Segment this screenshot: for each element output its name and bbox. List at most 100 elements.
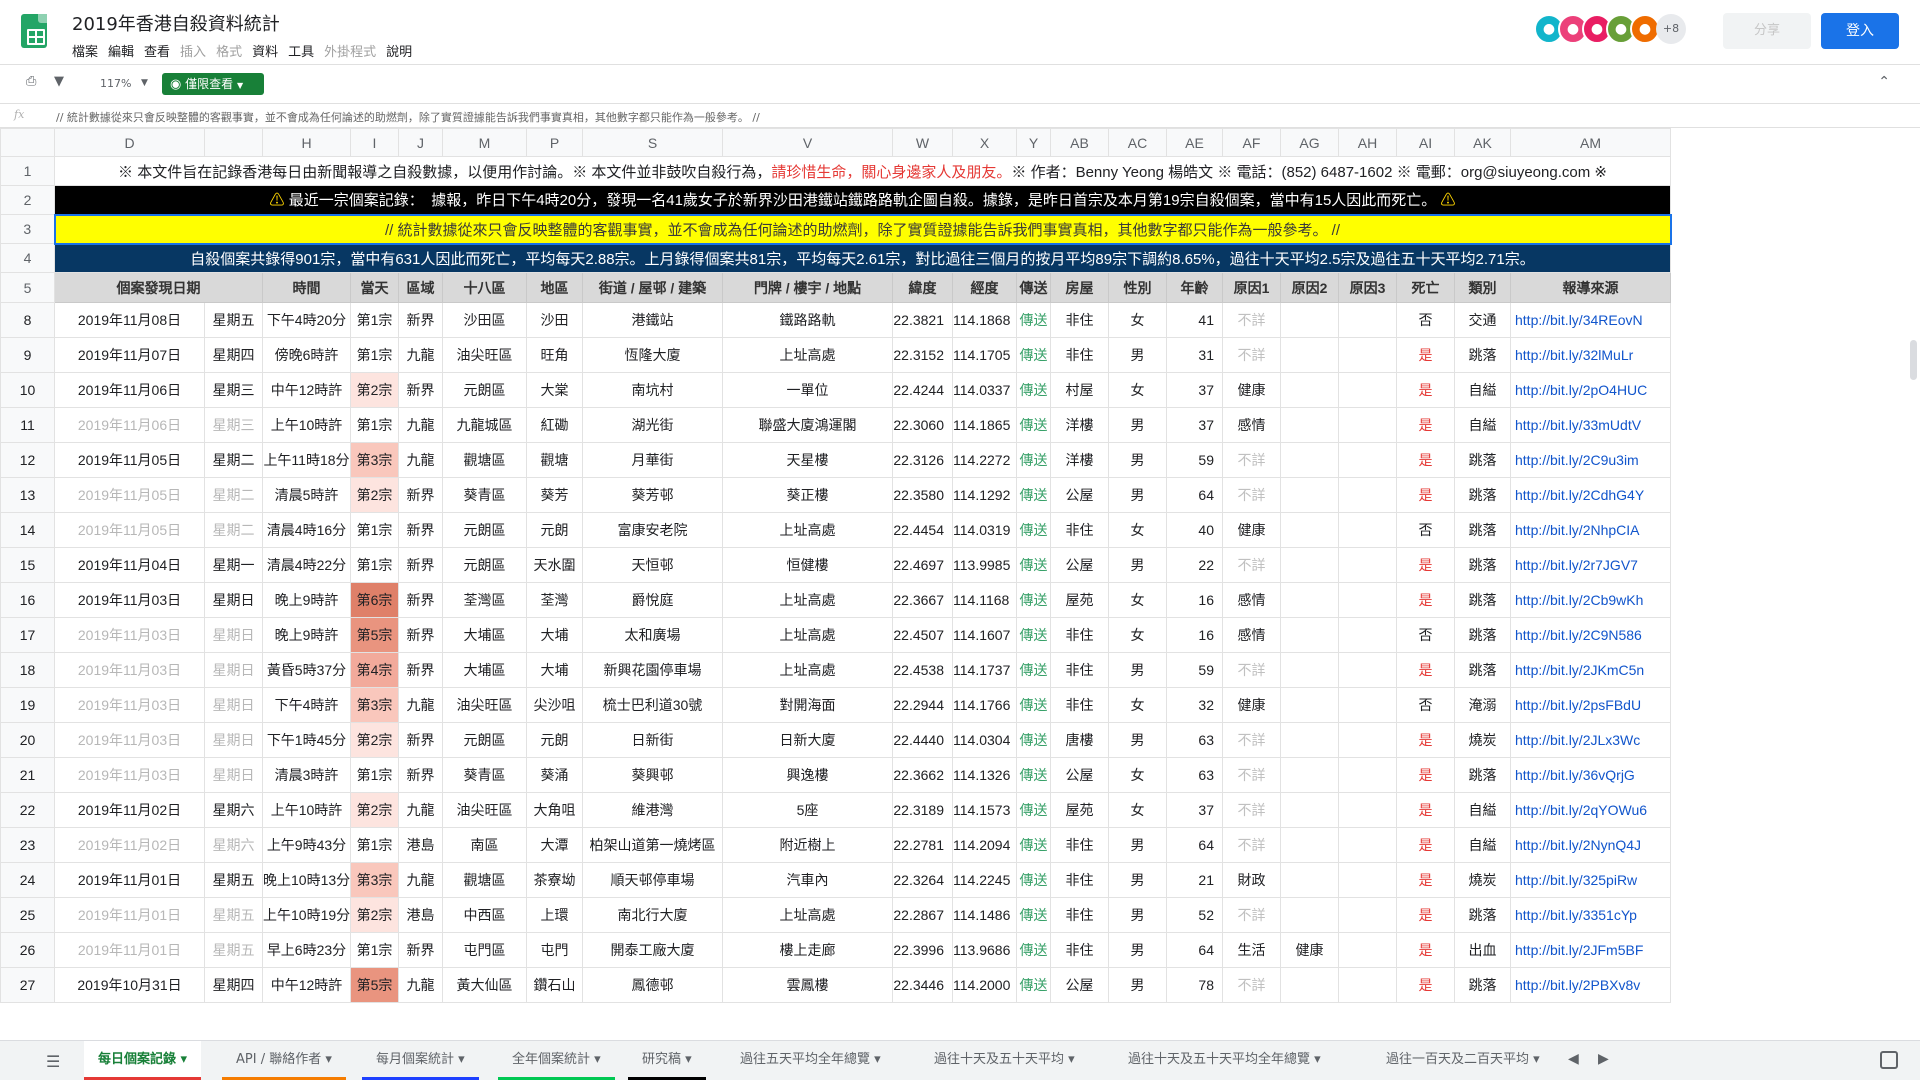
cell-day[interactable]: 第1宗 (350, 512, 399, 548)
cell-sex[interactable]: 女 (1108, 757, 1167, 793)
cell-dist[interactable]: 南區 (442, 827, 527, 863)
cell-dist[interactable]: 大埔區 (442, 617, 527, 653)
menu-item[interactable]: 檔案 (72, 41, 106, 60)
zoom-select[interactable]: 117% (100, 77, 131, 90)
cell-age[interactable]: 63 (1166, 722, 1223, 758)
cell-cat[interactable]: 自縊 (1454, 407, 1511, 443)
cell-r3[interactable] (1338, 722, 1397, 758)
cell-area[interactable]: 大埔 (526, 617, 583, 653)
cell-day[interactable]: 第1宗 (350, 407, 399, 443)
cell-r2[interactable] (1280, 862, 1339, 898)
cell-date[interactable]: 2019年11月08日 (54, 302, 205, 338)
cell-street[interactable]: 鳳德邨 (582, 967, 723, 1003)
cell-place[interactable]: 汽車內 (722, 862, 893, 898)
cell-r3[interactable] (1338, 337, 1397, 373)
cell-place[interactable]: 上址高處 (722, 512, 893, 548)
cell-street[interactable]: 月華街 (582, 442, 723, 478)
cell-date[interactable]: 2019年11月03日 (54, 687, 205, 723)
column-header[interactable]: Y (1016, 128, 1051, 157)
cell-death[interactable]: 是 (1396, 827, 1455, 863)
cell-death[interactable]: 是 (1396, 652, 1455, 688)
cell-day[interactable]: 第5宗 (350, 967, 399, 1003)
cell-day[interactable]: 第3宗 (350, 442, 399, 478)
row-number[interactable]: 23 (0, 827, 55, 863)
cell-send[interactable]: 傳送 (1016, 582, 1051, 618)
row-number[interactable]: 3 (0, 214, 55, 244)
cell-lat[interactable]: 22.3126 (892, 442, 953, 478)
cell-place[interactable]: 5座 (722, 792, 893, 828)
cell-r2[interactable] (1280, 722, 1339, 758)
cell-time[interactable]: 晚上9時許 (262, 582, 351, 618)
collapse-menus-icon[interactable]: ⌃ (1878, 74, 1890, 90)
more-collaborators[interactable]: +8 (1656, 14, 1686, 44)
menu-item[interactable]: 資料 (252, 41, 286, 60)
cell-age[interactable]: 16 (1166, 617, 1223, 653)
cell-lng[interactable]: 114.1168 (952, 582, 1017, 618)
cell-day[interactable]: 第3宗 (350, 687, 399, 723)
cell-age[interactable]: 32 (1166, 687, 1223, 723)
cell-reg[interactable]: 新界 (398, 932, 443, 968)
cell-src[interactable]: http://bit.ly/2JKmC5n (1510, 652, 1671, 688)
sheet-tab[interactable]: 每月個案統計 ▾ (362, 1041, 479, 1080)
cell-sex[interactable]: 女 (1108, 512, 1167, 548)
cell-lng[interactable]: 114.1868 (952, 302, 1017, 338)
cell-dist[interactable]: 元朗區 (442, 372, 527, 408)
cell-cat[interactable]: 跳落 (1454, 582, 1511, 618)
cell-day[interactable]: 第1宗 (350, 757, 399, 793)
cell-r3[interactable] (1338, 477, 1397, 513)
row-number[interactable]: 21 (0, 757, 55, 793)
column-header[interactable]: AF (1222, 128, 1281, 157)
cell-place[interactable]: 上址高處 (722, 897, 893, 933)
row-number[interactable]: 27 (0, 967, 55, 1003)
cell-r3[interactable] (1338, 372, 1397, 408)
column-header[interactable]: H (262, 128, 351, 157)
row-number[interactable]: 14 (0, 512, 55, 548)
cell-dist[interactable]: 荃灣區 (442, 582, 527, 618)
column-header[interactable]: AH (1338, 128, 1397, 157)
cell-wd[interactable]: 星期六 (204, 792, 263, 828)
cell-src[interactable]: http://bit.ly/2JLx3Wc (1510, 722, 1671, 758)
cell-r3[interactable] (1338, 757, 1397, 793)
cell-age[interactable]: 59 (1166, 442, 1223, 478)
cell-send[interactable]: 傳送 (1016, 722, 1051, 758)
cell-age[interactable]: 40 (1166, 512, 1223, 548)
cell-cat[interactable]: 跳落 (1454, 617, 1511, 653)
row-number[interactable]: 12 (0, 442, 55, 478)
cell-date[interactable]: 2019年11月03日 (54, 722, 205, 758)
sheet-tab[interactable]: 過往五天平均全年總覽 ▾ (726, 1041, 895, 1080)
column-header[interactable]: I (350, 128, 399, 157)
cell-cat[interactable]: 跳落 (1454, 442, 1511, 478)
cell-day[interactable]: 第1宗 (350, 827, 399, 863)
cell-house[interactable]: 非住 (1050, 827, 1109, 863)
cell-place[interactable]: 附近樹上 (722, 827, 893, 863)
header-cell[interactable]: 原因2 (1280, 272, 1339, 303)
cell-date[interactable]: 2019年11月03日 (54, 617, 205, 653)
cell-lng[interactable]: 114.1737 (952, 652, 1017, 688)
cell-r1[interactable]: 不詳 (1222, 652, 1281, 688)
cell-time[interactable]: 清晨5時許 (262, 477, 351, 513)
cell-lng[interactable]: 114.0319 (952, 512, 1017, 548)
sheet-tab[interactable]: 過往十天及五十天平均 ▾ (920, 1041, 1089, 1080)
cell-src[interactable]: http://bit.ly/2NhpCIA (1510, 512, 1671, 548)
column-header[interactable] (204, 128, 263, 157)
cell-area[interactable]: 元朗 (526, 512, 583, 548)
cell-reg[interactable]: 新界 (398, 372, 443, 408)
header-cell[interactable]: 報導來源 (1510, 272, 1671, 303)
sheet-tab[interactable]: 研究稿 ▾ (628, 1041, 706, 1080)
cell-death[interactable]: 是 (1396, 932, 1455, 968)
cell-dist[interactable]: 屯門區 (442, 932, 527, 968)
cell-cat[interactable]: 跳落 (1454, 897, 1511, 933)
cell-age[interactable]: 78 (1166, 967, 1223, 1003)
cell-lng[interactable]: 114.1766 (952, 687, 1017, 723)
cell-dist[interactable]: 元朗區 (442, 722, 527, 758)
cell-reg[interactable]: 新界 (398, 547, 443, 583)
cell-date[interactable]: 2019年11月03日 (54, 582, 205, 618)
cell-house[interactable]: 非住 (1050, 932, 1109, 968)
cell-death[interactable]: 否 (1396, 617, 1455, 653)
cell-day[interactable]: 第4宗 (350, 652, 399, 688)
cell-sex[interactable]: 男 (1108, 652, 1167, 688)
column-header[interactable]: AC (1108, 128, 1167, 157)
cell-area[interactable]: 大潭 (526, 827, 583, 863)
cell-time[interactable]: 上午10時19分 (262, 897, 351, 933)
cell-reg[interactable]: 港島 (398, 827, 443, 863)
